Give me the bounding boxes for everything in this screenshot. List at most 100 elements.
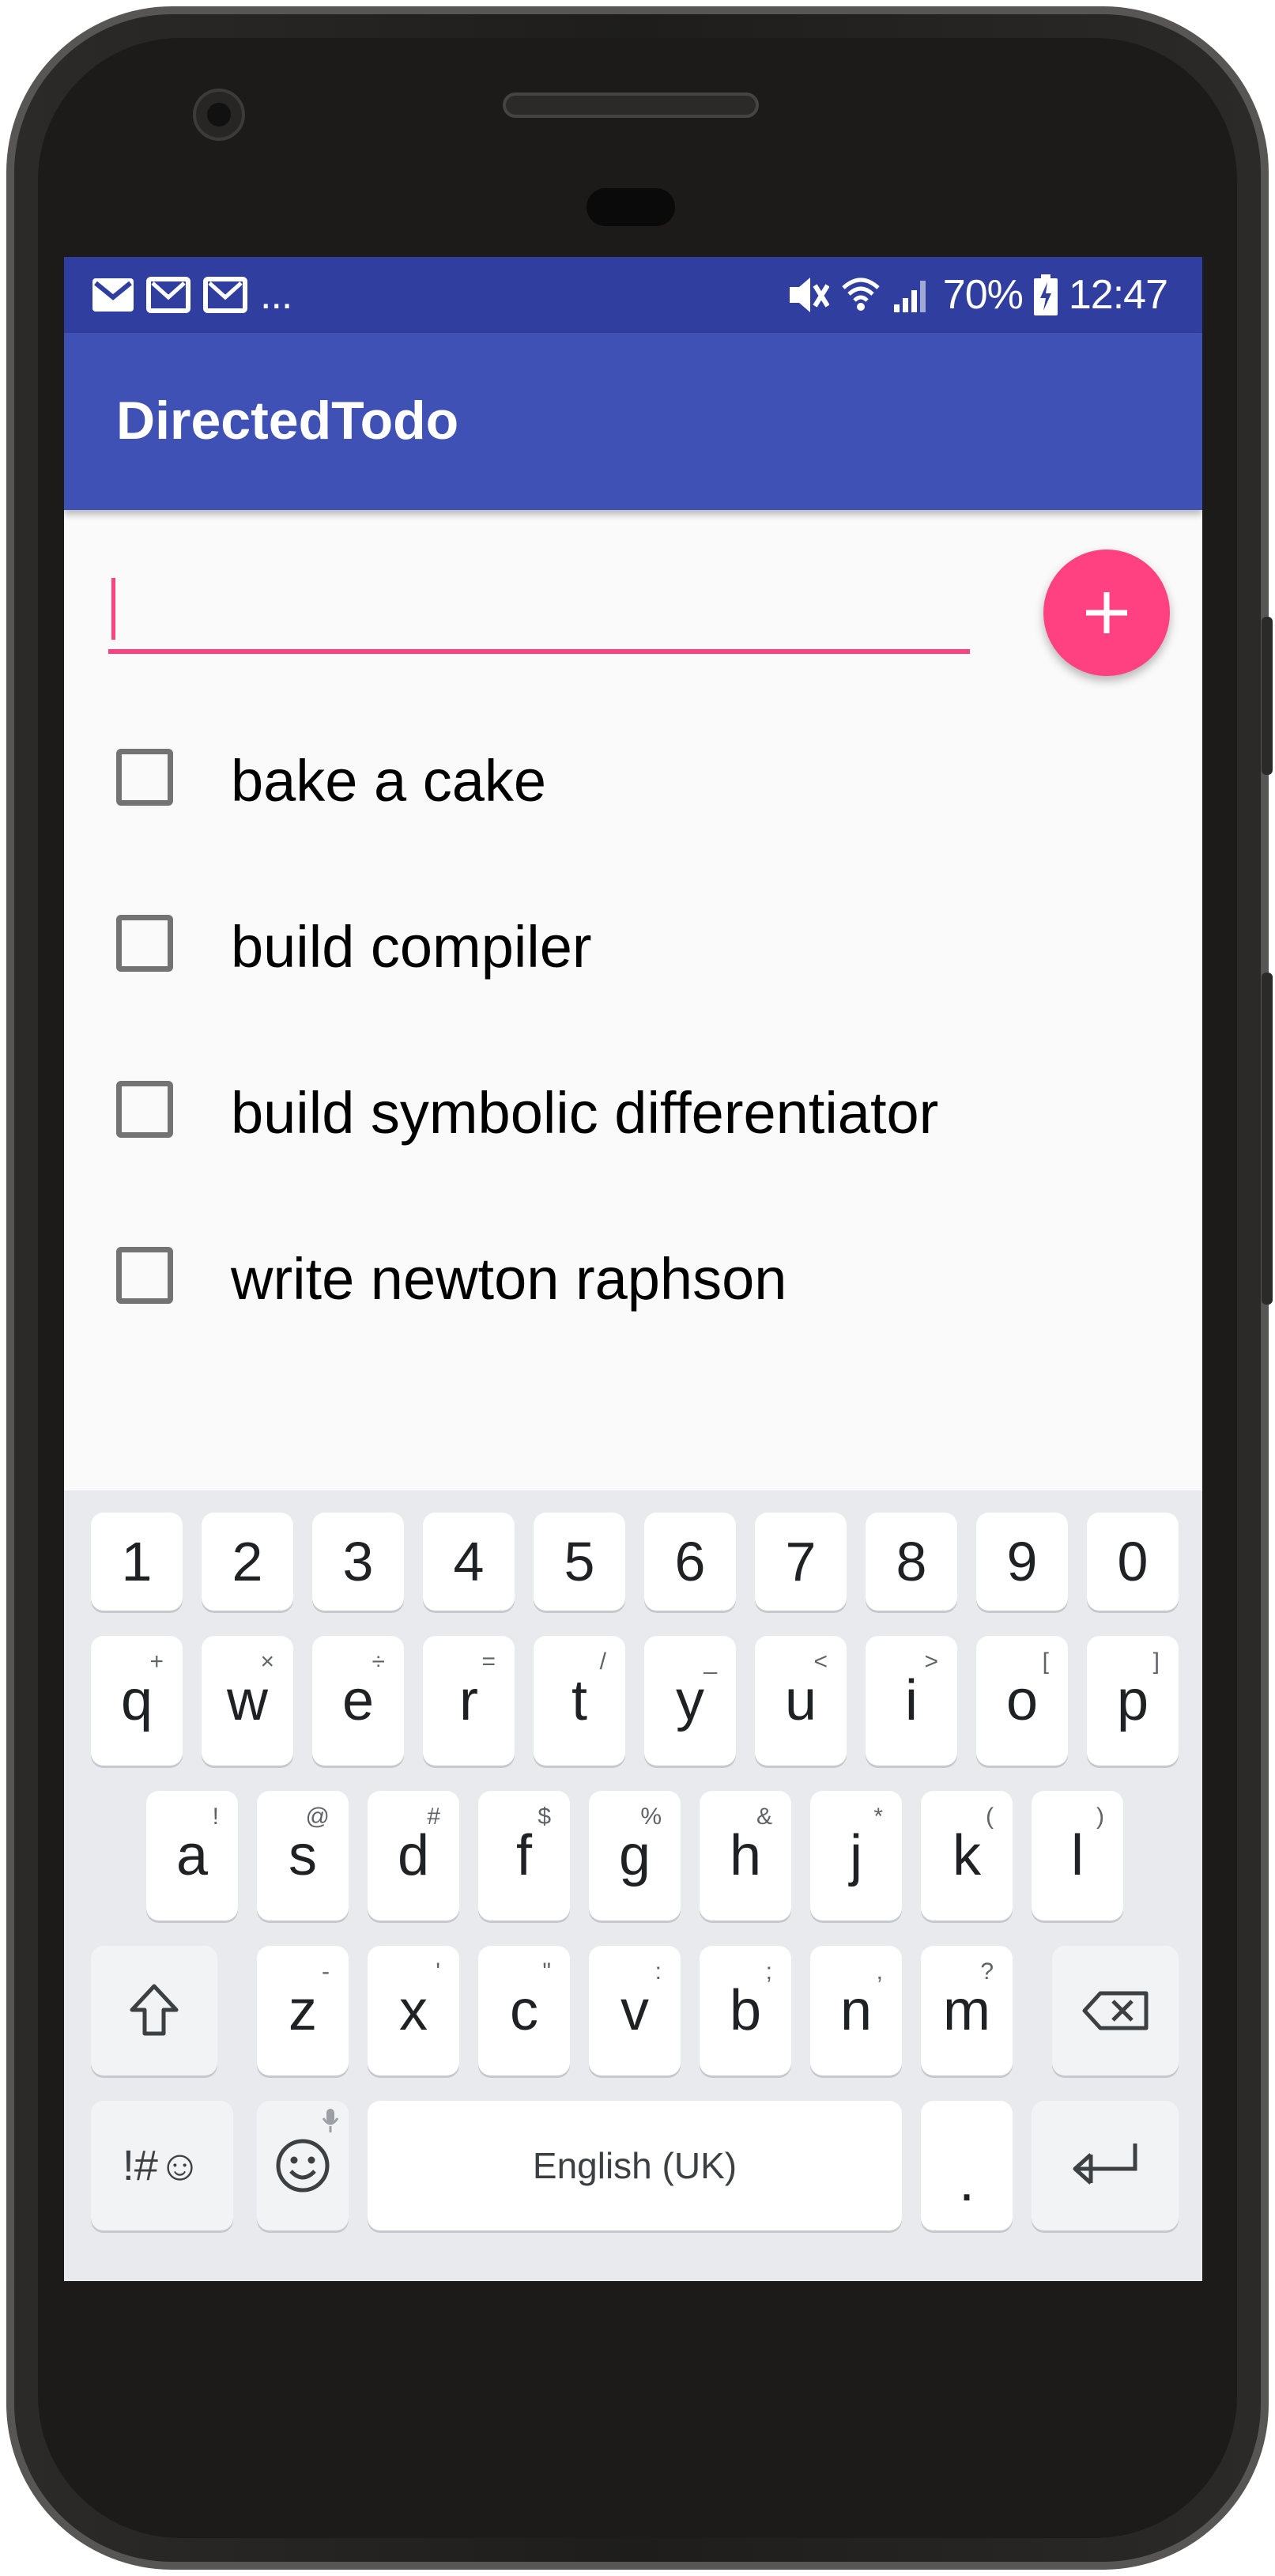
key-e[interactable]: ÷ e (312, 1636, 404, 1766)
key-7[interactable]: 7 (755, 1513, 847, 1611)
shift-icon (129, 1983, 179, 2038)
key-label: s (289, 1824, 317, 1887)
add-todo-button[interactable] (1043, 550, 1170, 676)
more-notifications: ... (260, 272, 292, 318)
key-c[interactable]: " c (478, 1946, 570, 2076)
todo-item[interactable]: build symbolic differentiator (64, 1032, 1202, 1190)
todo-label: build symbolic differentiator (231, 1080, 939, 1146)
key-hint: $ (538, 1804, 551, 1830)
key-3[interactable]: 3 (312, 1513, 404, 1611)
key-hint: ! (212, 1804, 219, 1830)
backspace-key[interactable] (1052, 1946, 1179, 2076)
key-i[interactable]: > i (866, 1636, 957, 1766)
key-label: v (621, 1979, 649, 2042)
key-h[interactable]: & h (700, 1791, 791, 1921)
todo-item[interactable]: build compiler (64, 866, 1202, 1024)
key-label: 3 (342, 1531, 374, 1592)
text-cursor (111, 578, 115, 640)
key-label: m (943, 1979, 990, 2042)
key-o[interactable]: [o (976, 1636, 1068, 1766)
key-label: 2 (232, 1531, 263, 1592)
screen: ... 70% 12:47 DirectedTodo bake a cake b… (64, 257, 1202, 2281)
key-j[interactable]: * j (810, 1791, 902, 1921)
key-t[interactable]: / t (534, 1636, 625, 1766)
key-label: y (676, 1669, 704, 1732)
key-label: w (227, 1669, 268, 1732)
key-hint: ' (436, 1958, 440, 1985)
key-8[interactable]: 8 (866, 1513, 957, 1611)
key-q[interactable]: + q (91, 1636, 183, 1766)
todo-label: build compiler (231, 914, 592, 980)
key-6[interactable]: 6 (644, 1513, 736, 1611)
proximity-sensor (587, 188, 675, 226)
enter-icon (1069, 2140, 1141, 2191)
key-g[interactable]: % g (589, 1791, 681, 1921)
key-hint: < (813, 1649, 828, 1675)
key-1[interactable]: 1 (91, 1513, 183, 1611)
period-key[interactable]: . (921, 2101, 1013, 2230)
app-title: DirectedTodo (116, 391, 459, 451)
todo-checkbox[interactable] (116, 1247, 173, 1304)
key-hint: % (640, 1804, 662, 1830)
emoji-icon (275, 2138, 330, 2193)
key-r[interactable]: = r (423, 1636, 515, 1766)
plus-icon (1083, 589, 1130, 636)
todo-checkbox[interactable] (116, 1081, 173, 1138)
key-hint: ÷ (372, 1649, 385, 1675)
key-label: c (510, 1979, 538, 2042)
key-5[interactable]: 5 (534, 1513, 625, 1611)
backspace-icon (1081, 1990, 1149, 2031)
enter-key[interactable] (1032, 2101, 1179, 2230)
battery-charging-icon (1033, 274, 1058, 315)
clock: 12:47 (1068, 272, 1168, 318)
key-hint: ? (980, 1958, 994, 1985)
todo-checkbox[interactable] (116, 749, 173, 806)
key-label: 4 (453, 1531, 485, 1592)
key-9[interactable]: 9 (976, 1513, 1068, 1611)
key-a[interactable]: ! a (146, 1791, 238, 1921)
new-todo-input[interactable] (108, 572, 970, 654)
key-v[interactable]: :v (589, 1946, 681, 2076)
key-l[interactable]: ) l (1032, 1791, 1123, 1921)
todo-label: write newton raphson (231, 1246, 787, 1312)
key-b[interactable]: ; b (700, 1946, 791, 2076)
emoji-key[interactable] (257, 2101, 349, 2230)
key-4[interactable]: 4 (423, 1513, 515, 1611)
key-label: . (958, 2150, 975, 2213)
key-x[interactable]: ' x (368, 1946, 459, 2076)
mic-icon (322, 2107, 339, 2134)
key-label: 5 (564, 1531, 595, 1592)
todo-item[interactable]: bake a cake (64, 700, 1202, 858)
key-hint: [ (1042, 1649, 1049, 1675)
front-camera (193, 89, 245, 141)
key-hint: = (481, 1649, 496, 1675)
todo-item[interactable]: write newton raphson (64, 1198, 1202, 1356)
key-2[interactable]: 2 (202, 1513, 293, 1611)
key-z[interactable]: -z (257, 1946, 349, 2076)
notification-icons: ... (92, 272, 292, 318)
key-w[interactable]: × w (202, 1636, 293, 1766)
key-n[interactable]: ,n (810, 1946, 902, 2076)
gmail-icon (203, 277, 247, 313)
key-f[interactable]: $ f (478, 1791, 570, 1921)
symbols-key[interactable]: !#☺ (91, 2101, 233, 2230)
key-hint: / (599, 1649, 606, 1675)
key-m[interactable]: ? m (921, 1946, 1013, 2076)
key-0[interactable]: 0 (1087, 1513, 1179, 1611)
key-p[interactable]: ] p (1087, 1636, 1179, 1766)
key-label: p (1116, 1669, 1149, 1732)
key-y[interactable]: _ y (644, 1636, 736, 1766)
key-s[interactable]: @ s (257, 1791, 349, 1921)
key-label: !#☺ (122, 2142, 202, 2189)
shift-key[interactable] (91, 1946, 217, 2076)
key-k[interactable]: (k (921, 1791, 1013, 1921)
gmail-icon (146, 277, 190, 313)
key-label: q (120, 1669, 153, 1732)
space-key[interactable]: English (UK) (368, 2101, 902, 2230)
key-hint: ; (765, 1958, 772, 1985)
key-u[interactable]: < u (755, 1636, 847, 1766)
todo-checkbox[interactable] (116, 915, 173, 972)
key-hint: @ (305, 1804, 330, 1830)
key-d[interactable]: # d (368, 1791, 459, 1921)
key-label: f (515, 1824, 532, 1887)
